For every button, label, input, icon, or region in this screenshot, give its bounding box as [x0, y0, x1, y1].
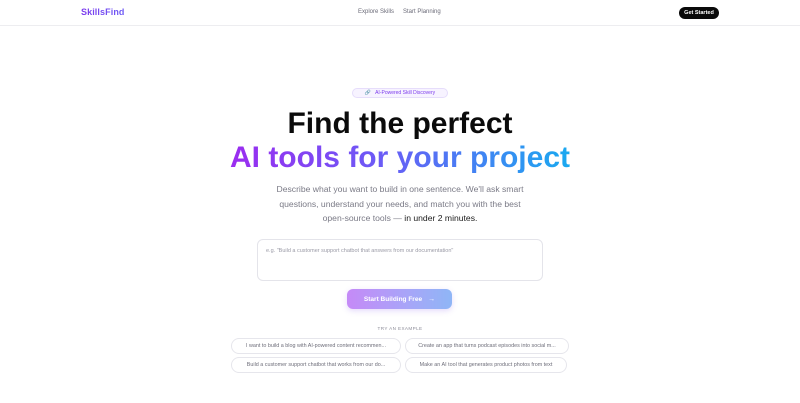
- main-nav: Explore Skills Start Planning: [358, 9, 441, 15]
- hero-subtitle: Describe what you want to build in one s…: [270, 182, 530, 226]
- arrow-right-icon: →: [428, 295, 436, 303]
- start-building-label: Start Building Free: [363, 295, 423, 303]
- subtitle-emphasis: in under 2 minutes.: [404, 213, 478, 223]
- nav-link-start-planning[interactable]: Start Planning: [403, 9, 441, 15]
- hero-title-line2: AI tools for your project: [0, 140, 800, 176]
- get-started-button[interactable]: Get Started: [679, 7, 719, 19]
- example-chip-blog[interactable]: I want to build a blog with AI-powered c…: [231, 338, 401, 354]
- example-chip-podcast[interactable]: Create an app that turns podcast episode…: [405, 338, 569, 354]
- subtitle-text: Describe what you want to build in one s…: [276, 184, 524, 223]
- top-navbar: SkillsFind Explore Skills Start Planning…: [0, 0, 800, 26]
- project-description-input[interactable]: [266, 248, 534, 274]
- nav-link-explore-skills[interactable]: Explore Skills: [358, 9, 394, 15]
- project-description-box[interactable]: [257, 239, 543, 281]
- brand-logo[interactable]: SkillsFind: [81, 7, 125, 17]
- example-chip-support-chatbot[interactable]: Build a customer support chatbot that wo…: [231, 357, 401, 373]
- hero-title-line1: Find the perfect: [287, 107, 513, 140]
- try-example-label: TRY AN EXAMPLE: [377, 326, 423, 331]
- ai-powered-badge: 🔗 AI-Powered Skill Discovery: [352, 88, 448, 98]
- start-building-button[interactable]: Start Building Free →: [347, 289, 452, 309]
- example-chip-product-photos[interactable]: Make an AI tool that generates product p…: [405, 357, 567, 373]
- hero-title-gradient-text: AI tools for your project: [229, 141, 571, 174]
- link-icon: 🔗: [364, 89, 372, 96]
- badge-label: AI-Powered Skill Discovery: [375, 90, 436, 96]
- landing-page: SkillsFind Explore Skills Start Planning…: [0, 0, 800, 403]
